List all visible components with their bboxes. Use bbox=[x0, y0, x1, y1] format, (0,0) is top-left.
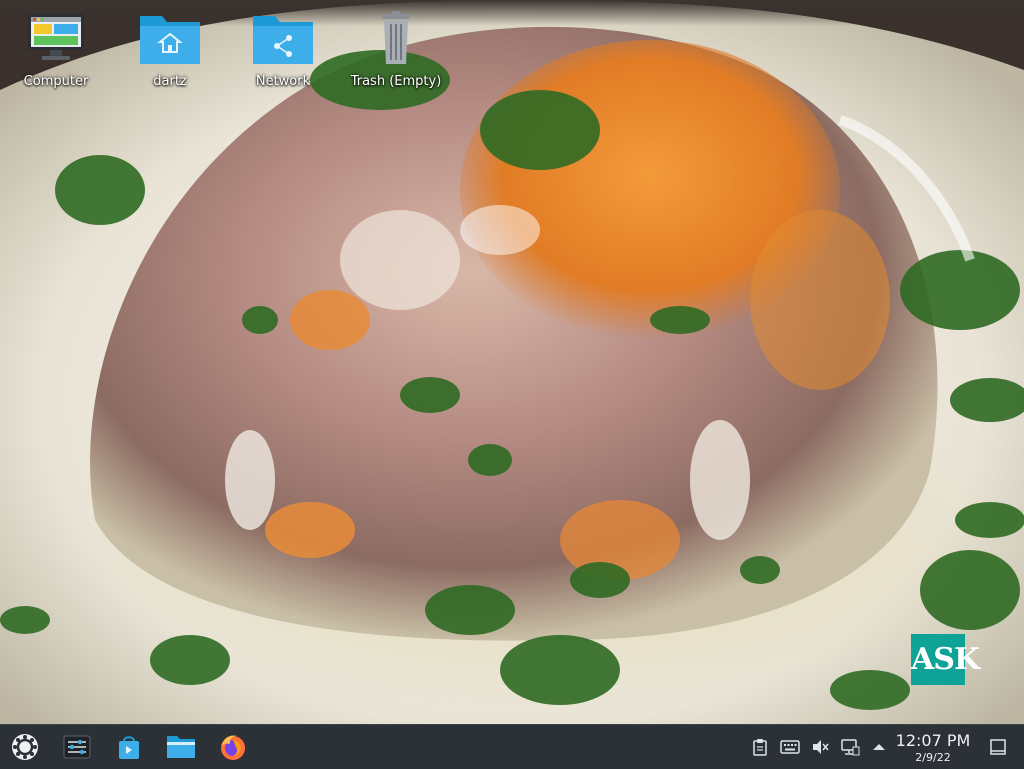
desktop-icon-network[interactable]: Network bbox=[233, 10, 333, 100]
clock-date: 2/9/22 bbox=[915, 751, 951, 764]
keyboard-layout-button[interactable] bbox=[780, 737, 800, 757]
app-launcher-icon bbox=[12, 734, 38, 760]
desktop: Computer dartz Network Trash (Empty) ASK bbox=[0, 0, 1024, 724]
clipboard-icon bbox=[753, 739, 767, 756]
system-settings-icon bbox=[63, 735, 91, 759]
app-launcher-button[interactable] bbox=[6, 729, 44, 765]
desktop-icon-label: dartz bbox=[153, 74, 187, 89]
firefox-button[interactable] bbox=[214, 729, 252, 765]
clipboard-button[interactable] bbox=[750, 737, 770, 757]
network-icon bbox=[841, 739, 860, 756]
show-hidden-icons-arrow bbox=[873, 744, 885, 750]
discover-store-icon bbox=[119, 736, 139, 759]
desktop-icon-label: Network bbox=[255, 74, 311, 89]
file-manager-icon bbox=[167, 736, 195, 758]
home-folder-icon bbox=[140, 16, 200, 64]
system-settings-button[interactable] bbox=[58, 729, 96, 765]
show-hidden-icons-button[interactable] bbox=[869, 737, 889, 757]
keyboard-icon bbox=[780, 740, 800, 754]
volume-button[interactable] bbox=[810, 737, 830, 757]
desktop-icon-label: Computer bbox=[23, 74, 89, 89]
desktop-icon-label: Trash (Empty) bbox=[350, 74, 442, 89]
desktop-icon-computer[interactable]: Computer bbox=[6, 10, 106, 100]
show-desktop-icon bbox=[990, 739, 1006, 755]
desktop-icon-home-folder[interactable]: dartz bbox=[120, 10, 220, 100]
watermark-logo: ASK bbox=[911, 634, 980, 685]
taskbar: 12:07 PM 2/9/22 bbox=[0, 724, 1024, 769]
network-folder-icon bbox=[253, 16, 313, 64]
digital-clock[interactable]: 12:07 PM 2/9/22 bbox=[892, 731, 974, 765]
firefox-icon bbox=[221, 735, 245, 760]
show-desktop-button[interactable] bbox=[988, 737, 1008, 757]
wallpaper-image bbox=[0, 0, 1024, 724]
volume-muted-icon bbox=[813, 740, 829, 754]
discover-store-button[interactable] bbox=[110, 729, 148, 765]
desktop-icon-trash[interactable]: Trash (Empty) bbox=[346, 10, 446, 100]
clock-time: 12:07 PM bbox=[895, 731, 971, 750]
trash-icon bbox=[382, 11, 410, 64]
file-manager-button[interactable] bbox=[162, 729, 200, 765]
network-button[interactable] bbox=[840, 737, 860, 757]
computer-icon bbox=[28, 14, 84, 60]
